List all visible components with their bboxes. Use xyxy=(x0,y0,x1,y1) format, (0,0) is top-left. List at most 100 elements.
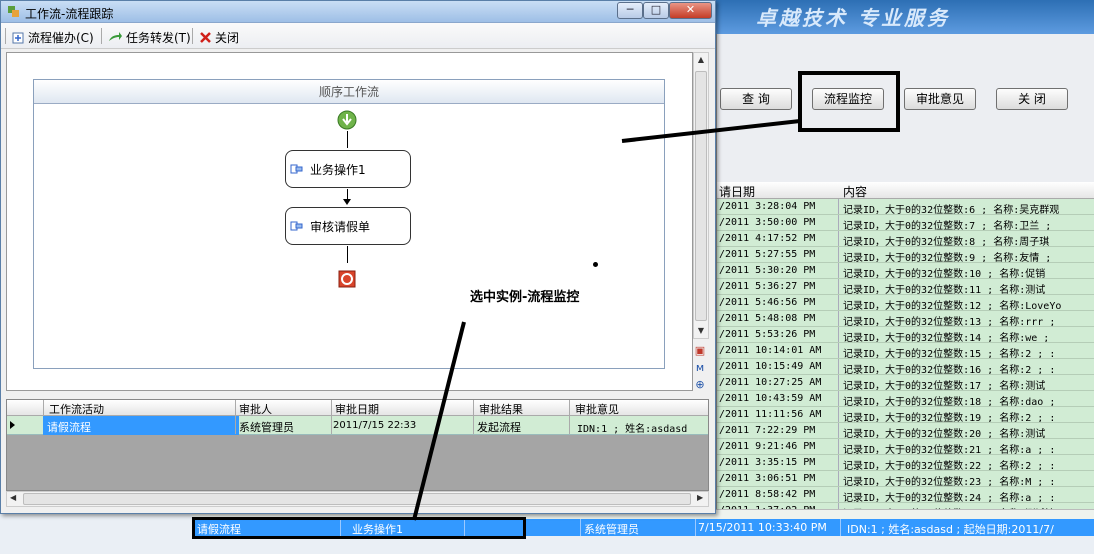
row-date: /2011 3:28:04 PM xyxy=(719,201,816,212)
scroll-left-icon[interactable]: ◀ xyxy=(10,493,16,502)
history-header: 工作流活动 审批人 审批日期 审批结果 审批意见 xyxy=(7,400,708,416)
grid-row[interactable]: /2011 3:28:04 PM 记录ID，大于0的32位整数:6 ; 名称:吴克… xyxy=(717,199,1094,215)
scroll-right-icon[interactable]: ▶ xyxy=(697,493,703,502)
activity-business-op[interactable]: 业务操作1 xyxy=(285,150,411,188)
row-date: /2011 10:27:25 AM xyxy=(719,377,822,388)
grid-row[interactable]: /2011 3:06:51 PM 记录ID，大于0的32位整数:23 ; 名称:M… xyxy=(717,471,1094,487)
minimize-button[interactable]: ─ xyxy=(617,2,643,19)
approval-opinion-button[interactable]: 审批意见 xyxy=(904,88,976,110)
row-content: 记录ID，大于0的32位整数:7 ; 名称:卫兰 ; xyxy=(843,221,1052,231)
grid-row[interactable]: /2011 10:14:01 AM 记录ID，大于0的32位整数:15 ; 名称:… xyxy=(717,343,1094,359)
approval-history-grid: 工作流活动 审批人 审批日期 审批结果 审批意见 请假流程 系统管理员 2011… xyxy=(6,399,709,491)
history-horizontal-scrollbar[interactable]: ◀ ▶ xyxy=(6,491,709,507)
dialog-title: 工作流-流程跟踪 xyxy=(25,7,114,21)
grid-row[interactable]: /2011 10:15:49 AM 记录ID，大于0的32位整数:16 ; 名称:… xyxy=(717,359,1094,375)
scroll-up-icon[interactable]: ▲ xyxy=(694,53,708,67)
scroll-thumb[interactable] xyxy=(695,71,707,321)
grid-row[interactable]: /2011 5:27:55 PM 记录ID，大于0的32位整数:9 ; 名称:友情… xyxy=(717,247,1094,263)
dialog-titlebar: 工作流-流程跟踪 ─ □ ✕ xyxy=(1,1,715,23)
forward-label: 任务转发(T) xyxy=(126,31,191,45)
activity-icon xyxy=(290,164,303,174)
workflow-header: 顺序工作流 xyxy=(34,80,664,104)
row-content: 记录ID，大于0的32位整数:12 ; 名称:LoveYo xyxy=(843,301,1062,311)
grid-row[interactable]: /2011 9:21:46 PM 记录ID，大于0的32位整数:21 ; 名称:a… xyxy=(717,439,1094,455)
instance-grid: 请日期 内容 /2011 3:28:04 PM 记录ID，大于0的32位整数:6 … xyxy=(716,182,1094,519)
grid-row[interactable]: /2011 11:11:56 AM 记录ID，大于0的32位整数:19 ; 名称:… xyxy=(717,407,1094,423)
grid-row[interactable]: /2011 5:30:20 PM 记录ID，大于0的32位整数:10 ; 名称:促… xyxy=(717,263,1094,279)
row-date: /2011 8:58:42 PM xyxy=(719,489,816,500)
workflow-tracking-dialog: 工作流-流程跟踪 ─ □ ✕ 流程催办(C) 任务转发(T) 关闭 顺序工作流 … xyxy=(0,0,716,514)
row-content: 记录ID，大于0的32位整数:24 ; 名称:a ; : xyxy=(843,493,1056,503)
cell-activity: 请假流程 xyxy=(47,421,91,434)
row-date: /2011 3:50:00 PM xyxy=(719,217,816,228)
activity-review-leave[interactable]: 审核请假单 xyxy=(285,207,411,245)
row-content: 记录ID，大于0的32位整数:23 ; 名称:M ; : xyxy=(843,477,1056,487)
grid-row[interactable]: /2011 5:48:08 PM 记录ID，大于0的32位整数:13 ; 名称:r… xyxy=(717,311,1094,327)
hscroll-thumb[interactable] xyxy=(23,493,691,505)
grid-row[interactable]: /2011 10:27:25 AM 记录ID，大于0的32位整数:17 ; 名称:… xyxy=(717,375,1094,391)
row-date: /2011 10:14:01 AM xyxy=(719,345,822,356)
cell-opinion: IDN:1 ; 姓名:asdasd xyxy=(577,424,688,435)
row-date: /2011 11:11:56 AM xyxy=(719,409,822,420)
annotation-dot xyxy=(593,262,598,267)
scroll-down-icon[interactable]: ▼ xyxy=(694,324,708,338)
grid-row[interactable]: /2011 4:17:52 PM 记录ID，大于0的32位整数:8 ; 名称:周子… xyxy=(717,231,1094,247)
dialog-close-button[interactable]: 关闭 xyxy=(199,29,239,46)
row-date: /2011 5:36:27 PM xyxy=(719,281,816,292)
col-activity: 工作流活动 xyxy=(49,403,104,416)
row-date: /2011 5:48:08 PM xyxy=(719,313,816,324)
row-date: /2011 3:06:51 PM xyxy=(719,473,816,484)
row-date: /2011 5:30:20 PM xyxy=(719,265,816,276)
workflow-canvas[interactable]: 顺序工作流 业务操作1 审核请假单 xyxy=(6,52,693,391)
banner: 卓越技术 专业服务 xyxy=(716,0,1094,34)
row-content: 记录ID，大于0的32位整数:11 ; 名称:测试 xyxy=(843,285,1046,295)
grid-row[interactable]: /2011 8:58:42 PM 记录ID，大于0的32位整数:24 ; 名称:a… xyxy=(717,487,1094,503)
row-content: 记录ID，大于0的32位整数:20 ; 名称:测试 xyxy=(843,429,1046,439)
cell-approver: 系统管理员 xyxy=(239,421,294,434)
forward-task-button[interactable]: 任务转发(T) xyxy=(107,29,191,46)
start-icon xyxy=(337,110,357,130)
grid-row[interactable]: /2011 5:46:56 PM 记录ID，大于0的32位整数:12 ; 名称:L… xyxy=(717,295,1094,311)
grid-row[interactable]: /2011 7:22:29 PM 记录ID，大于0的32位整数:20 ; 名称:测… xyxy=(717,423,1094,439)
row-content: 记录ID，大于0的32位整数:22 ; 名称:2 ; : xyxy=(843,461,1056,471)
canvas-vertical-scrollbar[interactable]: ▲ ▼ xyxy=(693,52,709,339)
close-button[interactable]: 关 闭 xyxy=(996,88,1068,110)
cell-date: 2011/7/15 22:33 xyxy=(333,420,417,431)
maximize-button[interactable]: □ xyxy=(643,2,669,19)
urge-workflow-button[interactable]: 流程催办(C) xyxy=(11,29,94,46)
close-label: 关闭 xyxy=(215,31,240,45)
col-approver: 审批人 xyxy=(239,403,272,416)
urge-label: 流程催办(C) xyxy=(28,31,94,45)
row-content: 记录ID，大于0的32位整数:6 ; 名称:吴克群观 xyxy=(843,205,1060,215)
grid-row[interactable]: /2011 5:36:27 PM 记录ID，大于0的32位整数:11 ; 名称:测… xyxy=(717,279,1094,295)
row-date: /2011 10:15:49 AM xyxy=(719,361,822,372)
row-date: /2011 7:22:29 PM xyxy=(719,425,816,436)
query-button[interactable]: 查 询 xyxy=(720,88,792,110)
grid-row[interactable]: /2011 3:50:00 PM 记录ID，大于0的32位整数:7 ; 名称:卫兰… xyxy=(717,215,1094,231)
print-icon[interactable]: ▣ xyxy=(693,344,707,358)
window-close-button[interactable]: ✕ xyxy=(669,2,712,19)
history-row[interactable]: 请假流程 系统管理员 2011/7/15 22:33 发起流程 IDN:1 ; … xyxy=(7,416,708,435)
zoom-icon[interactable]: ⊕ xyxy=(693,378,707,392)
highlight-box-monitor xyxy=(798,71,900,132)
selected-date: 7/15/2011 10:33:40 PM xyxy=(698,521,827,534)
col-result: 审批结果 xyxy=(479,403,523,416)
grid-row[interactable]: /2011 3:35:15 PM 记录ID，大于0的32位整数:22 ; 名称:2… xyxy=(717,455,1094,471)
row-content: 记录ID，大于0的32位整数:17 ; 名称:测试 xyxy=(843,381,1046,391)
grid-header: 请日期 内容 xyxy=(717,182,1094,199)
header-content: 内容 xyxy=(843,185,868,199)
grid-row[interactable]: /2011 10:43:59 AM 记录ID，大于0的32位整数:18 ; 名称:… xyxy=(717,391,1094,407)
dialog-toolbar: 流程催办(C) 任务转发(T) 关闭 xyxy=(1,23,715,49)
row-content: 记录ID，大于0的32位整数:15 ; 名称:2 ; : xyxy=(843,349,1056,359)
row-content: 记录ID，大于0的32位整数:9 ; 名称:友情 ; xyxy=(843,253,1052,263)
activity-label: 审核请假单 xyxy=(310,220,371,234)
find-icon[interactable]: ᴍ xyxy=(693,361,707,375)
row-date: /2011 5:53:26 PM xyxy=(719,329,816,340)
urge-icon xyxy=(12,32,24,43)
row-content: 记录ID，大于0的32位整数:16 ; 名称:2 ; : xyxy=(843,365,1056,375)
forward-icon xyxy=(109,31,122,41)
grid-row[interactable]: /2011 5:53:26 PM 记录ID，大于0的32位整数:14 ; 名称:w… xyxy=(717,327,1094,343)
row-selector-icon xyxy=(10,421,15,429)
highlight-box-selected-row xyxy=(192,517,526,539)
activity-icon xyxy=(290,221,303,231)
